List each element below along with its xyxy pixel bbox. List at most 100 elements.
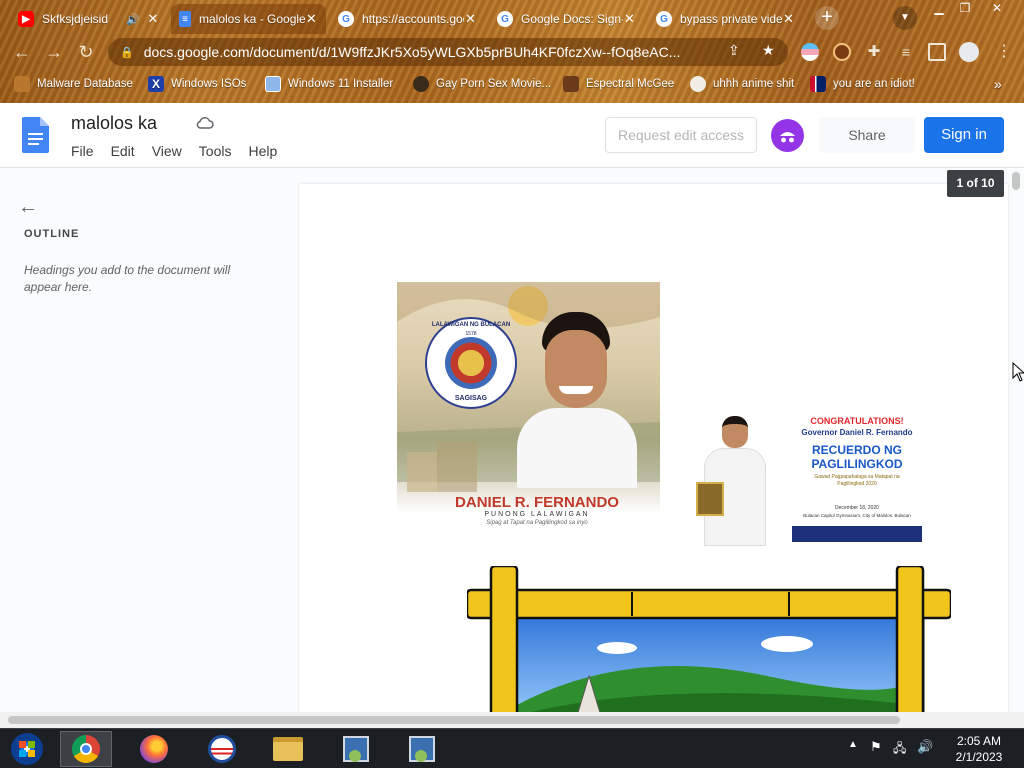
lock-icon[interactable]: 🔒: [120, 46, 134, 59]
sign-in-button[interactable]: Sign in: [924, 117, 1004, 153]
bookmark-espectral-mcgee[interactable]: Espectral McGee: [563, 76, 674, 92]
bookmark-you-are-an-idiot[interactable]: you are an idiot!: [810, 76, 915, 92]
taskbar-file-explorer[interactable]: [262, 731, 314, 767]
kebab-menu-icon[interactable]: ⋮: [996, 43, 1012, 61]
tab-youtube[interactable]: ▶ Skfksjdjeisid 🔊 ✕: [10, 4, 168, 34]
clock-time: 2:05 AM: [956, 734, 1002, 748]
speaker-icon[interactable]: 🔊: [126, 13, 140, 26]
menu-help[interactable]: Help: [248, 143, 277, 159]
menu-view[interactable]: View: [152, 143, 182, 159]
mouse-cursor-icon: [1012, 362, 1024, 382]
tab-title: Google Docs: Sign-in: [521, 12, 623, 26]
restore-button[interactable]: ❐: [952, 0, 978, 18]
network-icon[interactable]: 🖧: [893, 739, 906, 760]
tab-title: bypass private video: [680, 12, 783, 26]
horizontal-scrollbar[interactable]: [8, 716, 900, 724]
tab-google-docs[interactable]: ≡ malolos ka - Google Docs ✕: [171, 4, 326, 34]
puzzle-icon[interactable]: ✚: [865, 43, 883, 61]
x-icon: X: [148, 76, 164, 92]
bookmark-gay-porn[interactable]: Gay Porn Sex Movie...: [413, 76, 551, 92]
close-icon[interactable]: ✕: [305, 11, 318, 27]
tab-docs-signin[interactable]: G Google Docs: Sign-in ✕: [489, 4, 644, 34]
close-icon[interactable]: ✕: [464, 11, 477, 27]
taskbar-installer-2[interactable]: [396, 731, 448, 767]
bookmark-windows-isos[interactable]: X Windows ISOs: [148, 76, 246, 92]
request-edit-access-button[interactable]: Request edit access: [605, 117, 757, 153]
tab-search-button[interactable]: ▼: [893, 6, 917, 30]
taskbar-obama[interactable]: [196, 731, 248, 767]
windows-taskbar: ▲ ⚑ 🖧 🔊 2:05 AM 2/1/2023: [0, 728, 1024, 768]
award-governor-figure: [696, 414, 776, 546]
minimize-button[interactable]: ▁: [926, 0, 952, 18]
share-icon[interactable]: ⇪: [728, 42, 740, 59]
reload-button[interactable]: ↻: [74, 40, 98, 64]
youtube-icon: ▶: [18, 11, 34, 27]
document-page[interactable]: LALAWIGAN NG BULACAN 1578 SAGISAG DANIEL…: [299, 184, 1008, 724]
back-arrow-icon[interactable]: ←: [18, 196, 38, 219]
tab-title: malolos ka - Google Docs: [199, 12, 305, 26]
taskbar-chrome[interactable]: [60, 731, 112, 767]
vertical-scrollbar[interactable]: [1012, 172, 1020, 190]
share-button[interactable]: Share: [819, 117, 915, 153]
landscape-frame-image: [467, 566, 951, 724]
bookmark-malware-database[interactable]: Malware Database: [14, 76, 133, 92]
action-center-flag-icon[interactable]: ⚑: [870, 739, 882, 755]
bookmark-label: Windows ISOs: [171, 78, 247, 90]
folder-icon: [273, 737, 303, 761]
site-icon: [413, 76, 429, 92]
menu-edit[interactable]: Edit: [111, 143, 135, 159]
anonymous-avatar[interactable]: [771, 119, 804, 152]
more-bookmarks-button[interactable]: »: [994, 76, 1002, 92]
taskbar-installer-1[interactable]: [330, 731, 382, 767]
bulacan-seal: LALAWIGAN NG BULACAN 1578 SAGISAG: [425, 317, 517, 409]
seal-top-text: LALAWIGAN NG BULACAN: [431, 322, 511, 328]
media-queue-icon[interactable]: ≡: [897, 43, 915, 61]
cloud-status-icon[interactable]: [196, 116, 214, 130]
award-governor-name: Governor Daniel R. Fernando: [801, 428, 913, 437]
tab-accounts[interactable]: G https://accounts.google.com ✕: [330, 4, 485, 34]
site-icon: [690, 76, 706, 92]
address-bar[interactable]: 🔒 docs.google.com/document/d/1W9ffzJKr5X…: [108, 38, 788, 66]
menu-file[interactable]: File: [71, 143, 94, 159]
close-icon[interactable]: ✕: [623, 11, 636, 27]
google-docs-logo-icon[interactable]: [22, 117, 49, 153]
volume-icon[interactable]: 🔊: [917, 739, 933, 755]
menu-tools[interactable]: Tools: [199, 143, 232, 159]
google-icon: G: [656, 11, 672, 27]
back-button[interactable]: ←: [10, 40, 34, 64]
bookmark-label: uhhh anime shit: [713, 78, 795, 90]
new-tab-button[interactable]: +: [815, 6, 839, 30]
bookmark-star-icon[interactable]: ★: [762, 42, 775, 59]
profile-extension-icon[interactable]: [833, 43, 851, 61]
outline-title: OUTLINE: [24, 228, 80, 240]
award-congrats: CONGRATULATIONS!: [810, 416, 904, 426]
document-title[interactable]: malolos ka: [71, 113, 157, 134]
seal-year: 1578: [465, 331, 477, 337]
governor-title: PUNONG LALAWIGAN: [484, 511, 590, 518]
browser-toolbar: ← → ↻ 🔒 docs.google.com/document/d/1W9ff…: [0, 34, 1024, 70]
extension-icon[interactable]: [801, 43, 819, 61]
menu-bar: File Edit View Tools Help: [71, 143, 277, 159]
plaque-icon: [696, 482, 724, 516]
system-clock[interactable]: 2:05 AM 2/1/2023: [944, 733, 1014, 765]
bookmark-anime[interactable]: uhhh anime shit: [690, 76, 794, 92]
close-icon[interactable]: ✕: [146, 11, 160, 27]
taskbar-firefox[interactable]: [128, 731, 180, 767]
side-panel-icon[interactable]: [928, 43, 946, 61]
close-icon[interactable]: ✕: [782, 11, 795, 27]
profile-avatar-icon[interactable]: [959, 42, 979, 62]
installer-icon: [343, 736, 369, 762]
show-hidden-icons-button[interactable]: ▲: [848, 739, 858, 750]
seal-inner: [445, 337, 497, 389]
close-window-button[interactable]: ✕: [984, 0, 1010, 18]
governor-name: DANIEL R. FERNANDO: [455, 494, 619, 511]
forward-button[interactable]: →: [42, 40, 66, 64]
tab-bypass[interactable]: G bypass private video ✕: [648, 4, 803, 34]
installer-icon: [409, 736, 435, 762]
award-title-line1: RECUERDO NG: [811, 443, 902, 457]
bookmark-windows-11-installer[interactable]: Windows 11 Installer: [265, 76, 393, 92]
award-poster-image: CONGRATULATIONS! Governor Daniel R. Fern…: [686, 414, 926, 546]
start-button[interactable]: [0, 731, 54, 767]
bookmark-label: you are an idiot!: [833, 78, 915, 90]
more-bookmarks-label: »: [994, 76, 1002, 92]
